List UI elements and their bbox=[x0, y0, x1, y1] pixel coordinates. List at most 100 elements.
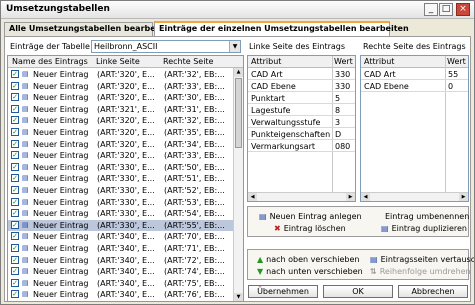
grid-row[interactable]: Verwaltungsstufe 3 bbox=[248, 117, 355, 128]
table-selector-dropdown[interactable]: Heilbronn_ASCII ▼ bbox=[91, 40, 241, 53]
row-checkbox[interactable]: ✓ bbox=[11, 290, 19, 299]
minimize-button[interactable]: _ bbox=[424, 3, 438, 16]
row-checkbox[interactable]: ✓ bbox=[11, 139, 19, 148]
column-header-name[interactable]: Name des Eintrags bbox=[12, 57, 88, 66]
grid-value[interactable]: 55 bbox=[448, 70, 458, 79]
grid-row[interactable]: CAD Art 330 bbox=[248, 69, 355, 80]
table-row[interactable]: ✓ ▤ Neuer Eintrag (ART:'330', E... (ART:'52'… bbox=[8, 185, 234, 196]
move-up-button[interactable]: ▲ nach oben verschieben bbox=[257, 255, 359, 265]
right-grid-col-attr[interactable]: Attribut bbox=[364, 57, 394, 66]
move-down-button[interactable]: ▼ nach unten verschieben bbox=[257, 267, 363, 277]
scroll-right-icon[interactable]: ▶ bbox=[459, 193, 468, 201]
table-row[interactable]: ✓ ▤ Neuer Eintrag (ART:'320', E... (ART:'33'… bbox=[8, 150, 234, 161]
row-left: (ART:'321', E... bbox=[97, 104, 155, 114]
grid-row[interactable]: CAD Ebene 0 bbox=[361, 81, 468, 92]
grid-value[interactable]: 8 bbox=[335, 106, 340, 115]
row-checkbox[interactable]: ✓ bbox=[11, 255, 19, 264]
table-row[interactable]: ✓ ▤ Neuer Eintrag (ART:'340', E... (ART:'70'… bbox=[8, 231, 234, 242]
left-grid-col-attr[interactable]: Attribut bbox=[251, 57, 281, 66]
row-checkbox[interactable]: ✓ bbox=[11, 267, 19, 276]
table-row[interactable]: ✓ ▤ Neuer Eintrag (ART:'330', E... (ART:'53'… bbox=[8, 197, 234, 208]
row-checkbox[interactable]: ✓ bbox=[11, 81, 19, 90]
grid-row[interactable]: Vermarkungsart 080 bbox=[248, 141, 355, 152]
ok-button[interactable]: OK bbox=[323, 285, 393, 298]
left-grid-hscroll[interactable]: ◀ ▶ bbox=[248, 192, 355, 201]
grid-value[interactable]: 5 bbox=[335, 94, 340, 103]
row-checkbox[interactable]: ✓ bbox=[11, 104, 19, 113]
table-row[interactable]: ✓ ▤ Neuer Eintrag (ART:'320', E... (ART:'33'… bbox=[8, 81, 234, 92]
column-header-right[interactable]: Rechte Seite bbox=[163, 57, 213, 66]
table-row[interactable]: ✓ ▤ Neuer Eintrag (ART:'320', E... (ART:'34'… bbox=[8, 139, 234, 150]
row-checkbox[interactable]: ✓ bbox=[11, 151, 19, 160]
right-side-grid[interactable]: Attribut Wert CAD Art 55 CAD Ebene 0 ◀ ▶ bbox=[360, 55, 469, 202]
entries-list[interactable]: Name des Eintrags Linke Seite Rechte Sei… bbox=[7, 55, 244, 302]
entries-scrollbar[interactable]: ▲ ▼ bbox=[233, 68, 243, 301]
chevron-down-icon[interactable]: ▼ bbox=[229, 41, 240, 52]
table-row[interactable]: ✓ ▤ Neuer Eintrag (ART:'340', E... (ART:'71'… bbox=[8, 243, 234, 254]
grid-row[interactable]: Punktart 5 bbox=[248, 93, 355, 104]
row-checkbox[interactable]: ✓ bbox=[11, 186, 19, 194]
row-checkbox[interactable]: ✓ bbox=[11, 209, 19, 218]
table-row[interactable]: ✓ ▤ Neuer Eintrag (ART:'321', E... (ART:'31'… bbox=[8, 104, 234, 115]
row-checkbox[interactable]: ✓ bbox=[11, 93, 19, 102]
row-checkbox[interactable]: ✓ bbox=[11, 174, 19, 183]
table-row[interactable]: ✓ ▤ Neuer Eintrag (ART:'320', E... (ART:'32'… bbox=[8, 69, 234, 80]
grid-row[interactable]: CAD Ebene 330 bbox=[248, 81, 355, 92]
scroll-left-icon[interactable]: ◀ bbox=[361, 193, 370, 201]
row-checkbox[interactable]: ✓ bbox=[11, 128, 19, 136]
row-checkbox[interactable]: ✓ bbox=[11, 278, 19, 287]
row-name: Neuer Eintrag bbox=[33, 162, 89, 172]
undo-order-button[interactable]: ⇅ Reihenfolge umdrehen bbox=[370, 267, 471, 277]
table-row[interactable]: ✓ ▤ Neuer Eintrag (ART:'340', E... (ART:'76'… bbox=[8, 289, 234, 300]
table-row[interactable]: ✓ ▤ Neuer Eintrag (ART:'330', E... (ART:'55'… bbox=[8, 219, 234, 231]
grid-value[interactable]: 330 bbox=[335, 70, 350, 79]
apply-button[interactable]: Übernehmen bbox=[248, 285, 318, 298]
table-row[interactable]: ✓ ▤ Neuer Eintrag (ART:'320', E... (ART:'30'… bbox=[8, 92, 234, 103]
close-button[interactable]: × bbox=[456, 3, 470, 16]
right-grid-col-value[interactable]: Wert bbox=[447, 57, 466, 66]
left-side-grid[interactable]: Attribut Wert CAD Art 330 CAD Ebene 330 Punk… bbox=[247, 55, 356, 202]
row-checkbox[interactable]: ✓ bbox=[11, 232, 19, 241]
rename-entry-button[interactable]: Eintrag umbenennen bbox=[385, 212, 469, 222]
grid-value[interactable]: 080 bbox=[335, 142, 350, 151]
left-grid-col-value[interactable]: Wert bbox=[334, 57, 353, 66]
row-checkbox[interactable]: ✓ bbox=[11, 70, 19, 78]
table-row[interactable]: ✓ ▤ Neuer Eintrag (ART:'340', E... (ART:'74'… bbox=[8, 266, 234, 277]
table-row[interactable]: ✓ ▤ Neuer Eintrag (ART:'340', E... (ART:'72'… bbox=[8, 255, 234, 266]
table-row[interactable]: ✓ ▤ Neuer Eintrag (ART:'330', E... (ART:'54'… bbox=[8, 208, 234, 219]
table-row[interactable]: ✓ ▤ Neuer Eintrag (ART:'320', E... (ART:'32'… bbox=[8, 115, 234, 126]
new-entry-button[interactable]: ▤ Neuen Eintrag anlegen bbox=[259, 212, 362, 222]
scroll-down-icon[interactable]: ▼ bbox=[234, 293, 243, 301]
cancel-button[interactable]: Abbrechen bbox=[398, 285, 468, 298]
maximize-button[interactable]: □ bbox=[439, 3, 453, 16]
row-checkbox[interactable]: ✓ bbox=[11, 197, 19, 206]
grid-row[interactable]: Punkteigenschaften D bbox=[248, 129, 355, 140]
grid-value[interactable]: 0 bbox=[448, 82, 453, 91]
tab-table-entries[interactable]: Einträge der einzelnen Umsetzungstabelle… bbox=[154, 21, 409, 37]
row-checkbox[interactable]: ✓ bbox=[11, 116, 19, 125]
scroll-up-icon[interactable]: ▲ bbox=[234, 68, 243, 77]
grid-row[interactable]: CAD Art 55 bbox=[361, 69, 468, 80]
row-checkbox[interactable]: ✓ bbox=[11, 244, 19, 252]
grid-value[interactable]: 3 bbox=[335, 118, 340, 127]
delete-entry-button[interactable]: ✖ Eintrag löschen bbox=[274, 224, 346, 234]
row-left: (ART:'320', E... bbox=[97, 151, 155, 161]
column-header-left[interactable]: Linke Seite bbox=[96, 57, 140, 66]
title-bar[interactable]: Umsetzungstabellen _ □ × bbox=[1, 1, 474, 19]
table-row[interactable]: ✓ ▤ Neuer Eintrag (ART:'320', E... (ART:'35'… bbox=[8, 127, 234, 138]
table-row[interactable]: ✓ ▤ Neuer Eintrag (ART:'340', E... (ART:'75'… bbox=[8, 278, 234, 289]
table-row[interactable]: ✓ ▤ Neuer Eintrag (ART:'330', E... (ART:'50'… bbox=[8, 162, 234, 173]
scroll-left-icon[interactable]: ◀ bbox=[248, 193, 257, 201]
duplicate-entry-button[interactable]: ▤ Eintrag duplizieren bbox=[381, 224, 467, 234]
grid-row[interactable]: Lagestufe 8 bbox=[248, 105, 355, 116]
grid-value[interactable]: D bbox=[335, 130, 341, 139]
table-row[interactable]: ✓ ▤ Neuer Eintrag (ART:'330', E... (ART:'51'… bbox=[8, 173, 234, 184]
right-grid-hscroll[interactable]: ◀ ▶ bbox=[361, 192, 468, 201]
scroll-right-icon[interactable]: ▶ bbox=[346, 193, 355, 201]
scroll-thumb[interactable] bbox=[235, 78, 242, 148]
grid-value[interactable]: 330 bbox=[335, 82, 350, 91]
row-checkbox[interactable]: ✓ bbox=[11, 162, 19, 171]
tab-all-tables[interactable]: Alle Umsetzungstabellen bearbeiten bbox=[4, 22, 173, 36]
row-checkbox[interactable]: ✓ bbox=[11, 220, 19, 229]
swap-sides-button[interactable]: ▤Eintragsseiten vertauschen bbox=[370, 255, 474, 265]
